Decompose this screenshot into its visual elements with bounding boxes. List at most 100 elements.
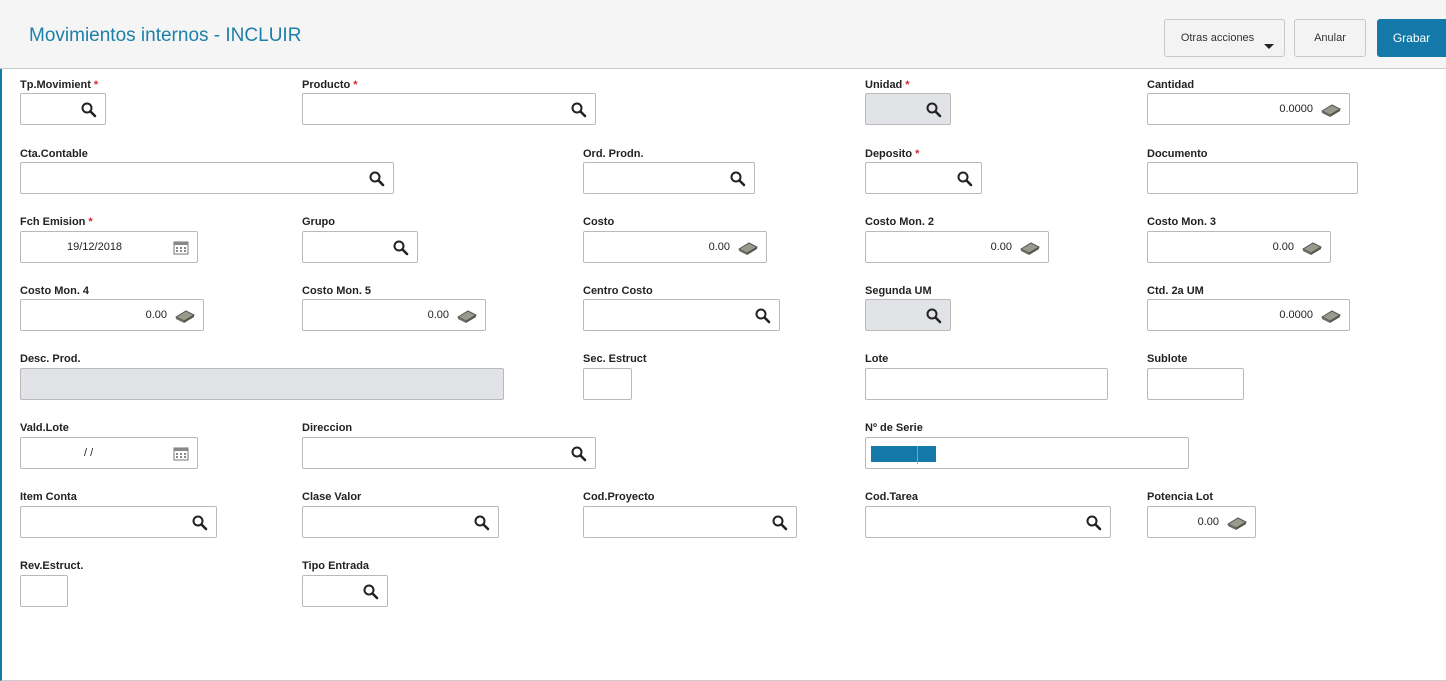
search-icon[interactable] — [925, 307, 943, 325]
label-grupo: Grupo — [302, 216, 335, 228]
calculator-icon[interactable] — [456, 307, 478, 325]
label-cod-tarea: Cod.Tarea — [865, 491, 918, 503]
page-header: Movimientos internos - INCLUIR Otras acc… — [0, 0, 1446, 69]
label-ctd-2a-um: Ctd. 2a UM — [1147, 285, 1204, 297]
cantidad-field[interactable]: 0.0000 — [1147, 93, 1350, 125]
search-icon[interactable] — [80, 101, 98, 119]
costo-field[interactable]: 0.00 — [583, 231, 767, 263]
search-icon[interactable] — [362, 583, 380, 601]
clase-valor-field[interactable] — [302, 506, 499, 538]
calculator-icon[interactable] — [1320, 101, 1342, 119]
save-button[interactable]: Grabar — [1377, 19, 1446, 57]
more-actions-button[interactable]: Otras acciones — [1164, 19, 1285, 57]
label-producto: Producto * — [302, 79, 358, 91]
label-vald-lote: Vald.Lote — [20, 422, 69, 434]
search-icon[interactable] — [570, 445, 588, 463]
costo-mon5-value: 0.00 — [427, 309, 449, 321]
calculator-icon[interactable] — [1320, 307, 1342, 325]
search-icon[interactable] — [729, 170, 747, 188]
costo-mon2-value: 0.00 — [990, 241, 1012, 253]
costo-mon2-field[interactable]: 0.00 — [865, 231, 1049, 263]
cta-contable-field[interactable] — [20, 162, 394, 194]
label-costo-mon4: Costo Mon. 4 — [20, 285, 90, 297]
text-cursor-icon — [917, 446, 920, 464]
label-costo: Costo — [583, 216, 615, 228]
search-icon[interactable] — [925, 101, 943, 119]
label-cantidad: Cantidad — [1147, 79, 1195, 91]
costo-mon5-field[interactable]: 0.00 — [302, 299, 486, 331]
label-cta-contable: Cta.Contable — [20, 148, 88, 160]
label-costo-mon2: Costo Mon. 2 — [865, 216, 935, 228]
label-rev-estruct: Rev.Estruct. — [20, 560, 84, 572]
calculator-icon[interactable] — [174, 307, 196, 325]
search-icon[interactable] — [754, 307, 772, 325]
vald-lote-value: / / — [84, 447, 94, 459]
cantidad-value: 0.0000 — [1279, 103, 1313, 115]
grupo-field[interactable] — [302, 231, 418, 263]
n-serie-field[interactable] — [865, 437, 1189, 469]
ctd-2a-um-value: 0.0000 — [1279, 309, 1313, 321]
unidad-field[interactable] — [865, 93, 951, 125]
label-fch-emision: Fch Emision * — [20, 216, 93, 228]
costo-mon4-field[interactable]: 0.00 — [20, 299, 204, 331]
calendar-icon[interactable] — [172, 239, 190, 257]
costo-mon3-value: 0.00 — [1272, 241, 1294, 253]
page-title: Movimientos internos - INCLUIR — [29, 25, 302, 46]
documento-field[interactable] — [1147, 162, 1358, 194]
calculator-icon[interactable] — [737, 239, 759, 257]
calculator-icon[interactable] — [1301, 239, 1323, 257]
label-potencia-lot: Potencia Lot — [1147, 491, 1214, 503]
vald-lote-field[interactable]: / / — [20, 437, 198, 469]
search-icon[interactable] — [392, 239, 410, 257]
label-costo-mon5: Costo Mon. 5 — [302, 285, 372, 297]
lote-field[interactable] — [865, 368, 1108, 400]
desc-prod-field[interactable] — [20, 368, 504, 400]
costo-mon4-value: 0.00 — [145, 309, 167, 321]
cod-tarea-field[interactable] — [865, 506, 1111, 538]
search-icon[interactable] — [771, 514, 789, 532]
tp-movimiento-field[interactable] — [20, 93, 106, 125]
costo-mon3-field[interactable]: 0.00 — [1147, 231, 1331, 263]
calculator-icon[interactable] — [1019, 239, 1041, 257]
label-centro-costo: Centro Costo — [583, 285, 653, 297]
potencia-lot-value: 0.00 — [1197, 516, 1219, 528]
costo-value: 0.00 — [708, 241, 730, 253]
calculator-icon[interactable] — [1226, 514, 1248, 532]
centro-costo-field[interactable] — [583, 299, 780, 331]
search-icon[interactable] — [473, 514, 491, 532]
deposito-field[interactable] — [865, 162, 982, 194]
label-item-conta: Item Conta — [20, 491, 77, 503]
label-ord-prodn: Ord. Prodn. — [583, 148, 644, 160]
search-icon[interactable] — [368, 170, 386, 188]
ctd-2a-um-field[interactable]: 0.0000 — [1147, 299, 1350, 331]
sec-estruct-field[interactable] — [583, 368, 632, 400]
search-icon[interactable] — [191, 514, 209, 532]
label-lote: Lote — [865, 353, 889, 365]
calendar-icon[interactable] — [172, 445, 190, 463]
ord-prodn-field[interactable] — [583, 162, 755, 194]
producto-field[interactable] — [302, 93, 596, 125]
label-cod-proyecto: Cod.Proyecto — [583, 491, 655, 503]
cancel-button[interactable]: Anular — [1294, 19, 1366, 57]
search-icon[interactable] — [570, 101, 588, 119]
label-unidad: Unidad * — [865, 79, 910, 91]
label-costo-mon3: Costo Mon. 3 — [1147, 216, 1217, 228]
item-conta-field[interactable] — [20, 506, 217, 538]
segunda-um-field[interactable] — [865, 299, 951, 331]
sublote-field[interactable] — [1147, 368, 1244, 400]
search-icon[interactable] — [956, 170, 974, 188]
label-sublote: Sublote — [1147, 353, 1188, 365]
potencia-lot-field[interactable]: 0.00 — [1147, 506, 1256, 538]
direccion-field[interactable] — [302, 437, 596, 469]
fch-emision-field[interactable]: 19/12/2018 — [20, 231, 198, 263]
label-n-serie: Nº de Serie — [865, 422, 923, 434]
search-icon[interactable] — [1085, 514, 1103, 532]
label-documento: Documento — [1147, 148, 1208, 160]
label-desc-prod: Desc. Prod. — [20, 353, 81, 365]
cod-proyecto-field[interactable] — [583, 506, 797, 538]
text-selection — [871, 446, 936, 462]
rev-estruct-field[interactable] — [20, 575, 68, 607]
label-deposito: Deposito * — [865, 148, 920, 160]
tipo-entrada-field[interactable] — [302, 575, 388, 607]
label-tipo-entrada: Tipo Entrada — [302, 560, 370, 572]
